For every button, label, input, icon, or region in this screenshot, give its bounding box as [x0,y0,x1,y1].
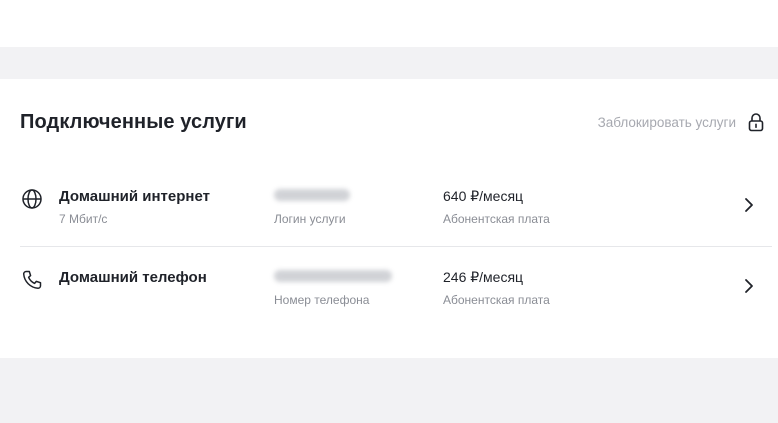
block-services-button[interactable]: Заблокировать услуги [598,112,764,132]
service-price-label: Абонентская плата [443,212,550,226]
service-row-phone[interactable]: Домашний телефон Номер телефона 246 ₽/ме… [0,257,778,327]
service-phone-value-blurred [274,270,392,282]
service-price-label: Абонентская плата [443,293,550,307]
lock-icon [748,113,764,132]
service-price: 246 ₽/месяц [443,269,524,285]
service-name: Домашний телефон [59,269,207,286]
phone-icon [22,270,42,290]
chevron-right-icon [745,279,753,293]
service-speed: 7 Мбит/с [59,212,108,226]
service-login-label: Логин услуги [274,212,346,226]
connected-services-card: Подключенные услуги Заблокировать услуги… [0,79,778,358]
top-panel [0,0,778,47]
service-price: 640 ₽/месяц [443,188,524,204]
row-divider [20,246,772,247]
globe-icon [22,189,42,209]
service-name: Домашний интернет [59,188,210,205]
service-row-internet[interactable]: Домашний интернет 7 Мбит/с Логин услуги … [0,176,778,246]
block-services-label: Заблокировать услуги [597,114,736,130]
service-login-value-blurred [274,189,350,201]
service-phone-label: Номер телефона [274,293,370,307]
chevron-right-icon [745,198,753,212]
section-title: Подключенные услуги [20,111,247,133]
